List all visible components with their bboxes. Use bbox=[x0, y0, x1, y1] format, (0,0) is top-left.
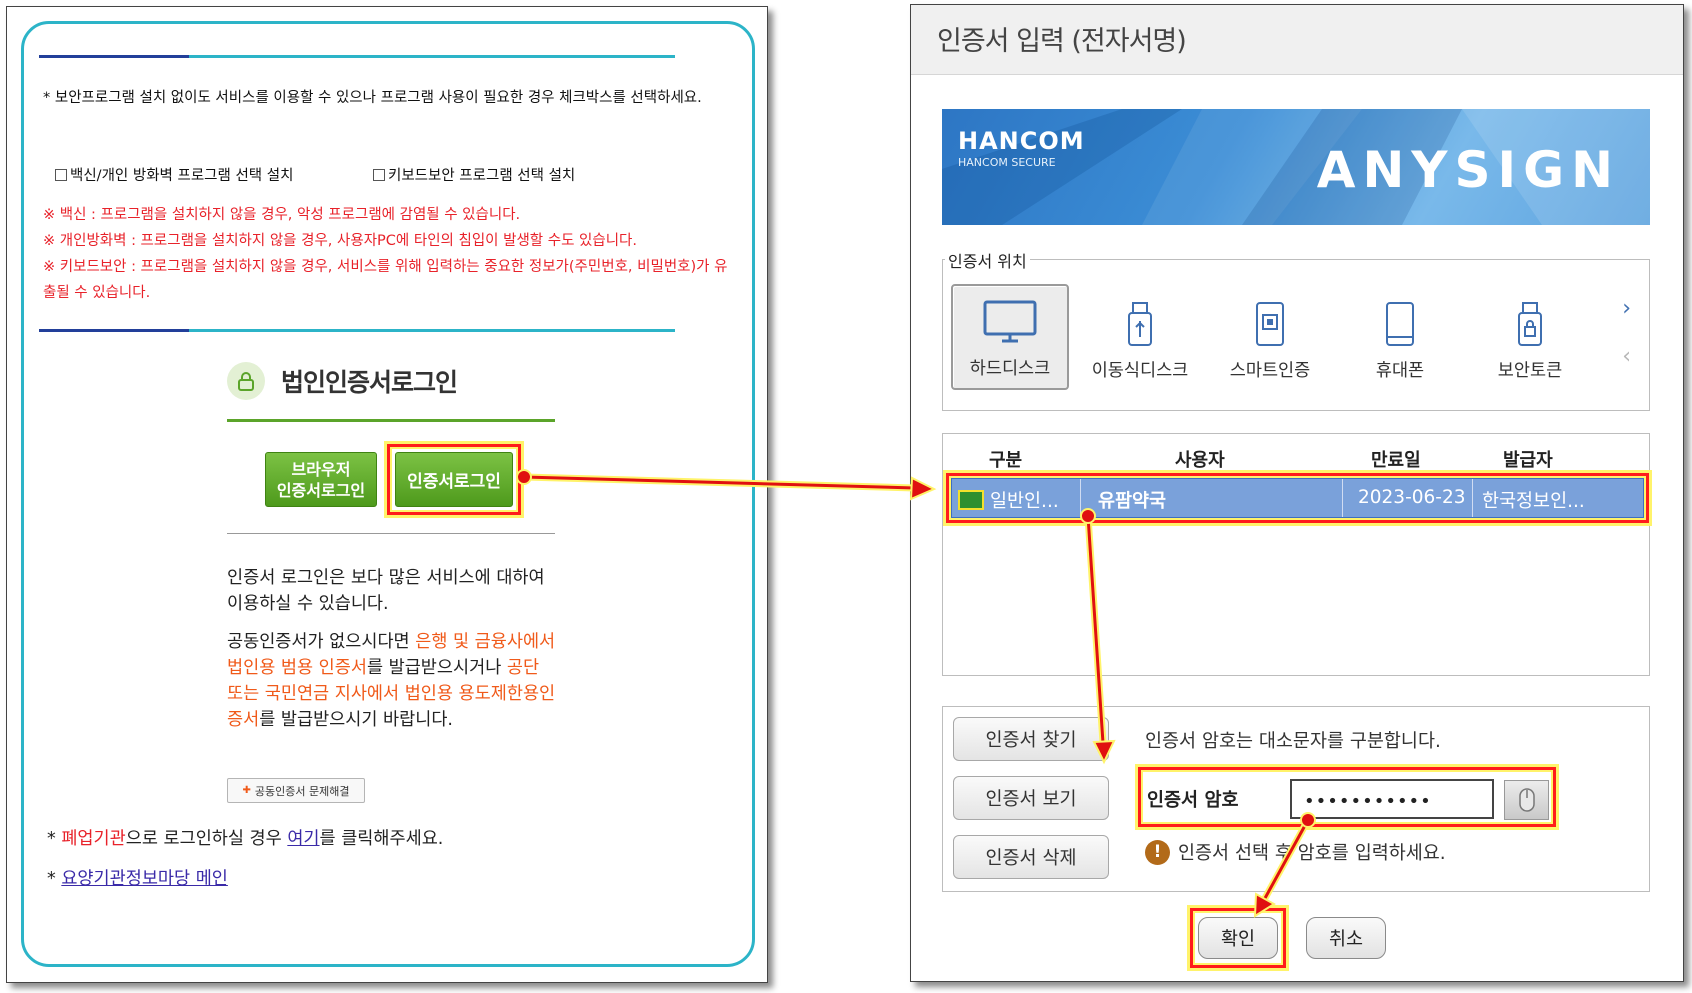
closed-institution-text: 폐업기관 bbox=[61, 829, 126, 849]
hancom-secure-text: HANCOM SECURE bbox=[958, 156, 1056, 169]
location-smart-auth[interactable]: 스마트인증 bbox=[1211, 284, 1329, 390]
view-cert-button[interactable]: 인증서 보기 bbox=[953, 776, 1109, 820]
location-label: 휴대폰 bbox=[1375, 361, 1425, 381]
cert-action-group: 인증서 찾기 인증서 보기 인증서 삭제 인증서 암호는 대소문자를 구분합니다… bbox=[942, 706, 1650, 892]
location-label: 스마트인증 bbox=[1229, 361, 1311, 381]
warning-vaccine: ※ 백신 : 프로그램을 설치하지 않을 경우, 악성 프로그램에 감염될 수 … bbox=[43, 207, 521, 223]
cert-table: 구분 사용자 만료일 발급자 일반인... 유팜약국 2023-06-23 한국… bbox=[942, 433, 1650, 676]
browser-login-label-1: 브라우저 bbox=[291, 459, 351, 479]
buttons-divider bbox=[227, 533, 555, 534]
login-page-panel: * 보안프로그램 설치 없이도 서비스를 이용할 수 있으나 프로그램 사용이 … bbox=[6, 6, 768, 983]
dialog-title: 인증서 입력 (전자서명) bbox=[911, 5, 1683, 75]
select-cert-hint-text: 인증서 선택 후 암호를 입력하세요. bbox=[1178, 843, 1446, 864]
note-bullet: * bbox=[47, 829, 62, 849]
case-sensitive-hint: 인증서 암호는 대소문자를 구분합니다. bbox=[1145, 731, 1441, 752]
location-label: 보안토큰 bbox=[1497, 361, 1563, 381]
cert-login-description: 인증서 로그인은 보다 많은 서비스에 대하여 이용하실 수 있습니다. 공동인… bbox=[227, 565, 557, 733]
hancom-logo: HANCOM bbox=[958, 127, 1085, 155]
plus-icon: ✚ bbox=[242, 785, 251, 796]
mobile-phone-icon bbox=[1386, 302, 1414, 346]
desc-paragraph-1: 인증서 로그인은 보다 많은 서비스에 대하여 이용하실 수 있습니다. bbox=[227, 568, 545, 614]
desc-text: 공동인증서가 없으시다면 bbox=[227, 632, 416, 652]
cert-trouble-button[interactable]: ✚ 공동인증서 문제해결 bbox=[227, 778, 365, 803]
warning-firewall: ※ 개인방화벽 : 프로그램을 설치하지 않을 경우, 사용자PC에 타인의 침… bbox=[43, 233, 638, 249]
usb-icon bbox=[1128, 302, 1152, 346]
location-security-token[interactable]: 보안토큰 bbox=[1471, 284, 1589, 390]
cert-row-highlight bbox=[946, 473, 1649, 523]
exclamation-icon: ! bbox=[1145, 839, 1170, 865]
location-label: 이동식디스크 bbox=[1091, 361, 1189, 381]
main-page-link[interactable]: 요양기관정보마당 메인 bbox=[61, 869, 228, 889]
ok-highlight bbox=[1190, 908, 1286, 968]
cancel-button[interactable]: 취소 bbox=[1306, 917, 1386, 959]
keyboard-checkbox-label: 키보드보안 프로그램 선택 설치 bbox=[388, 168, 576, 184]
section-divider-dark bbox=[39, 329, 189, 332]
chevron-left-icon[interactable]: ‹ bbox=[1622, 344, 1631, 369]
monitor-icon bbox=[983, 300, 1037, 343]
warning-list: ※ 백신 : 프로그램을 설치하지 않을 경우, 악성 프로그램에 감염될 수 … bbox=[43, 202, 733, 306]
chevron-right-icon[interactable]: › bbox=[1622, 296, 1631, 321]
top-divider-teal bbox=[189, 55, 675, 58]
password-highlight bbox=[1138, 767, 1556, 827]
column-header-user: 사용자 bbox=[1175, 450, 1225, 471]
browser-login-label-2: 인증서로그인 bbox=[276, 480, 366, 500]
vaccine-checkbox[interactable] bbox=[55, 168, 67, 181]
column-header-issuer: 발급자 bbox=[1503, 450, 1553, 471]
vaccine-checkbox-label: 백신/개인 방화벽 프로그램 선택 설치 bbox=[70, 168, 294, 184]
smartphone-chip-icon bbox=[1256, 302, 1284, 346]
title-underline bbox=[227, 419, 555, 422]
closed-institution-note: * 폐업기관으로 로그인하실 경우 여기를 클릭해주세요. bbox=[47, 825, 443, 850]
delete-cert-button[interactable]: 인증서 삭제 bbox=[953, 835, 1109, 879]
note-text: 를 클릭해주세요. bbox=[319, 829, 444, 849]
note-text: 으로 로그인하실 경우 bbox=[125, 829, 288, 849]
security-notice: * 보안프로그램 설치 없이도 서비스를 이용할 수 있으나 프로그램 사용이 … bbox=[43, 90, 702, 106]
location-removable[interactable]: 이동식디스크 bbox=[1081, 284, 1199, 390]
section-divider-teal bbox=[189, 329, 675, 332]
cert-location-group: 인증서 위치 하드디스크 이동식디스크 스마트인증 휴대폰 보안토큰 › ‹ bbox=[942, 248, 1650, 411]
corp-cert-login-title: 법인인증서로그인 bbox=[281, 368, 458, 397]
browser-cert-login-button[interactable]: 브라우저 인증서로그인 bbox=[265, 452, 377, 507]
location-label: 하드디스크 bbox=[969, 359, 1051, 379]
desc-text: 를 발급받으시거나 bbox=[366, 658, 507, 678]
anysign-banner: HANCOM HANCOM SECURE ANYSIGN bbox=[942, 109, 1650, 225]
top-divider-dark bbox=[39, 55, 189, 58]
keyboard-checkbox[interactable] bbox=[373, 168, 385, 181]
keyboard-checkbox-row[interactable]: 키보드보안 프로그램 선택 설치 bbox=[373, 164, 575, 185]
cert-input-dialog: 인증서 입력 (전자서명) HANCOM HANCOM SECURE ANYSI… bbox=[910, 4, 1684, 982]
location-harddisk[interactable]: 하드디스크 bbox=[951, 284, 1069, 390]
cert-login-highlight bbox=[387, 444, 521, 515]
desc-paragraph-2: 공동인증서가 없으시다면 은행 및 금융사에서 법인용 범용 인증서를 발급받으… bbox=[227, 629, 557, 733]
token-lock-icon bbox=[1518, 302, 1542, 346]
cert-trouble-label: 공동인증서 문제해결 bbox=[254, 784, 350, 798]
main-link-note: * 요양기관정보마당 메인 bbox=[47, 865, 228, 890]
select-cert-hint: ! 인증서 선택 후 암호를 입력하세요. bbox=[1145, 839, 1446, 865]
anysign-logo: ANYSIGN bbox=[1316, 141, 1620, 199]
here-link[interactable]: 여기 bbox=[287, 829, 319, 849]
warning-keyboard: ※ 키보드보안 : 프로그램을 설치하지 않을 경우, 서비스를 위해 입력하는… bbox=[43, 259, 728, 301]
column-header-type: 구분 bbox=[989, 450, 1023, 471]
cert-location-legend: 인증서 위치 bbox=[945, 248, 1030, 272]
find-cert-button[interactable]: 인증서 찾기 bbox=[953, 717, 1109, 761]
vaccine-checkbox-row[interactable]: 백신/개인 방화벽 프로그램 선택 설치 bbox=[55, 164, 293, 185]
location-mobile[interactable]: 휴대폰 bbox=[1341, 284, 1459, 390]
lock-icon bbox=[227, 362, 265, 400]
note-bullet: * bbox=[47, 869, 62, 889]
desc-text: 를 발급받으시기 바랍니다. bbox=[259, 710, 453, 730]
column-header-expiry: 만료일 bbox=[1371, 450, 1421, 471]
